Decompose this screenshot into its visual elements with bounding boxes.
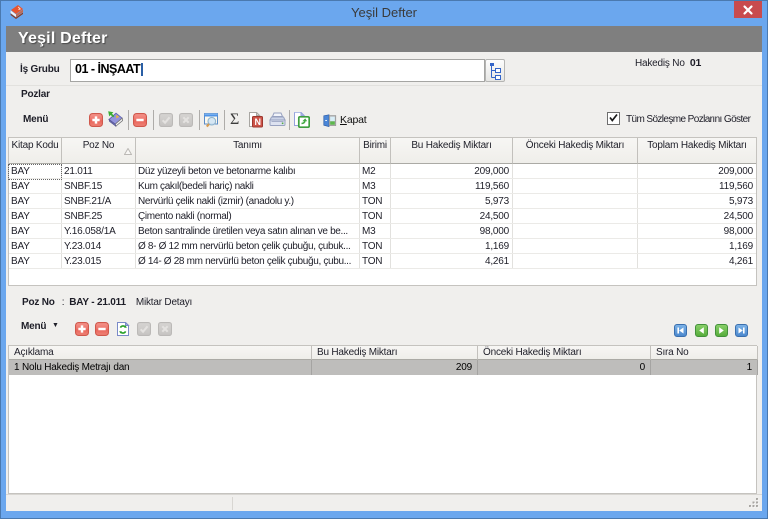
svg-text:N: N <box>254 117 260 127</box>
